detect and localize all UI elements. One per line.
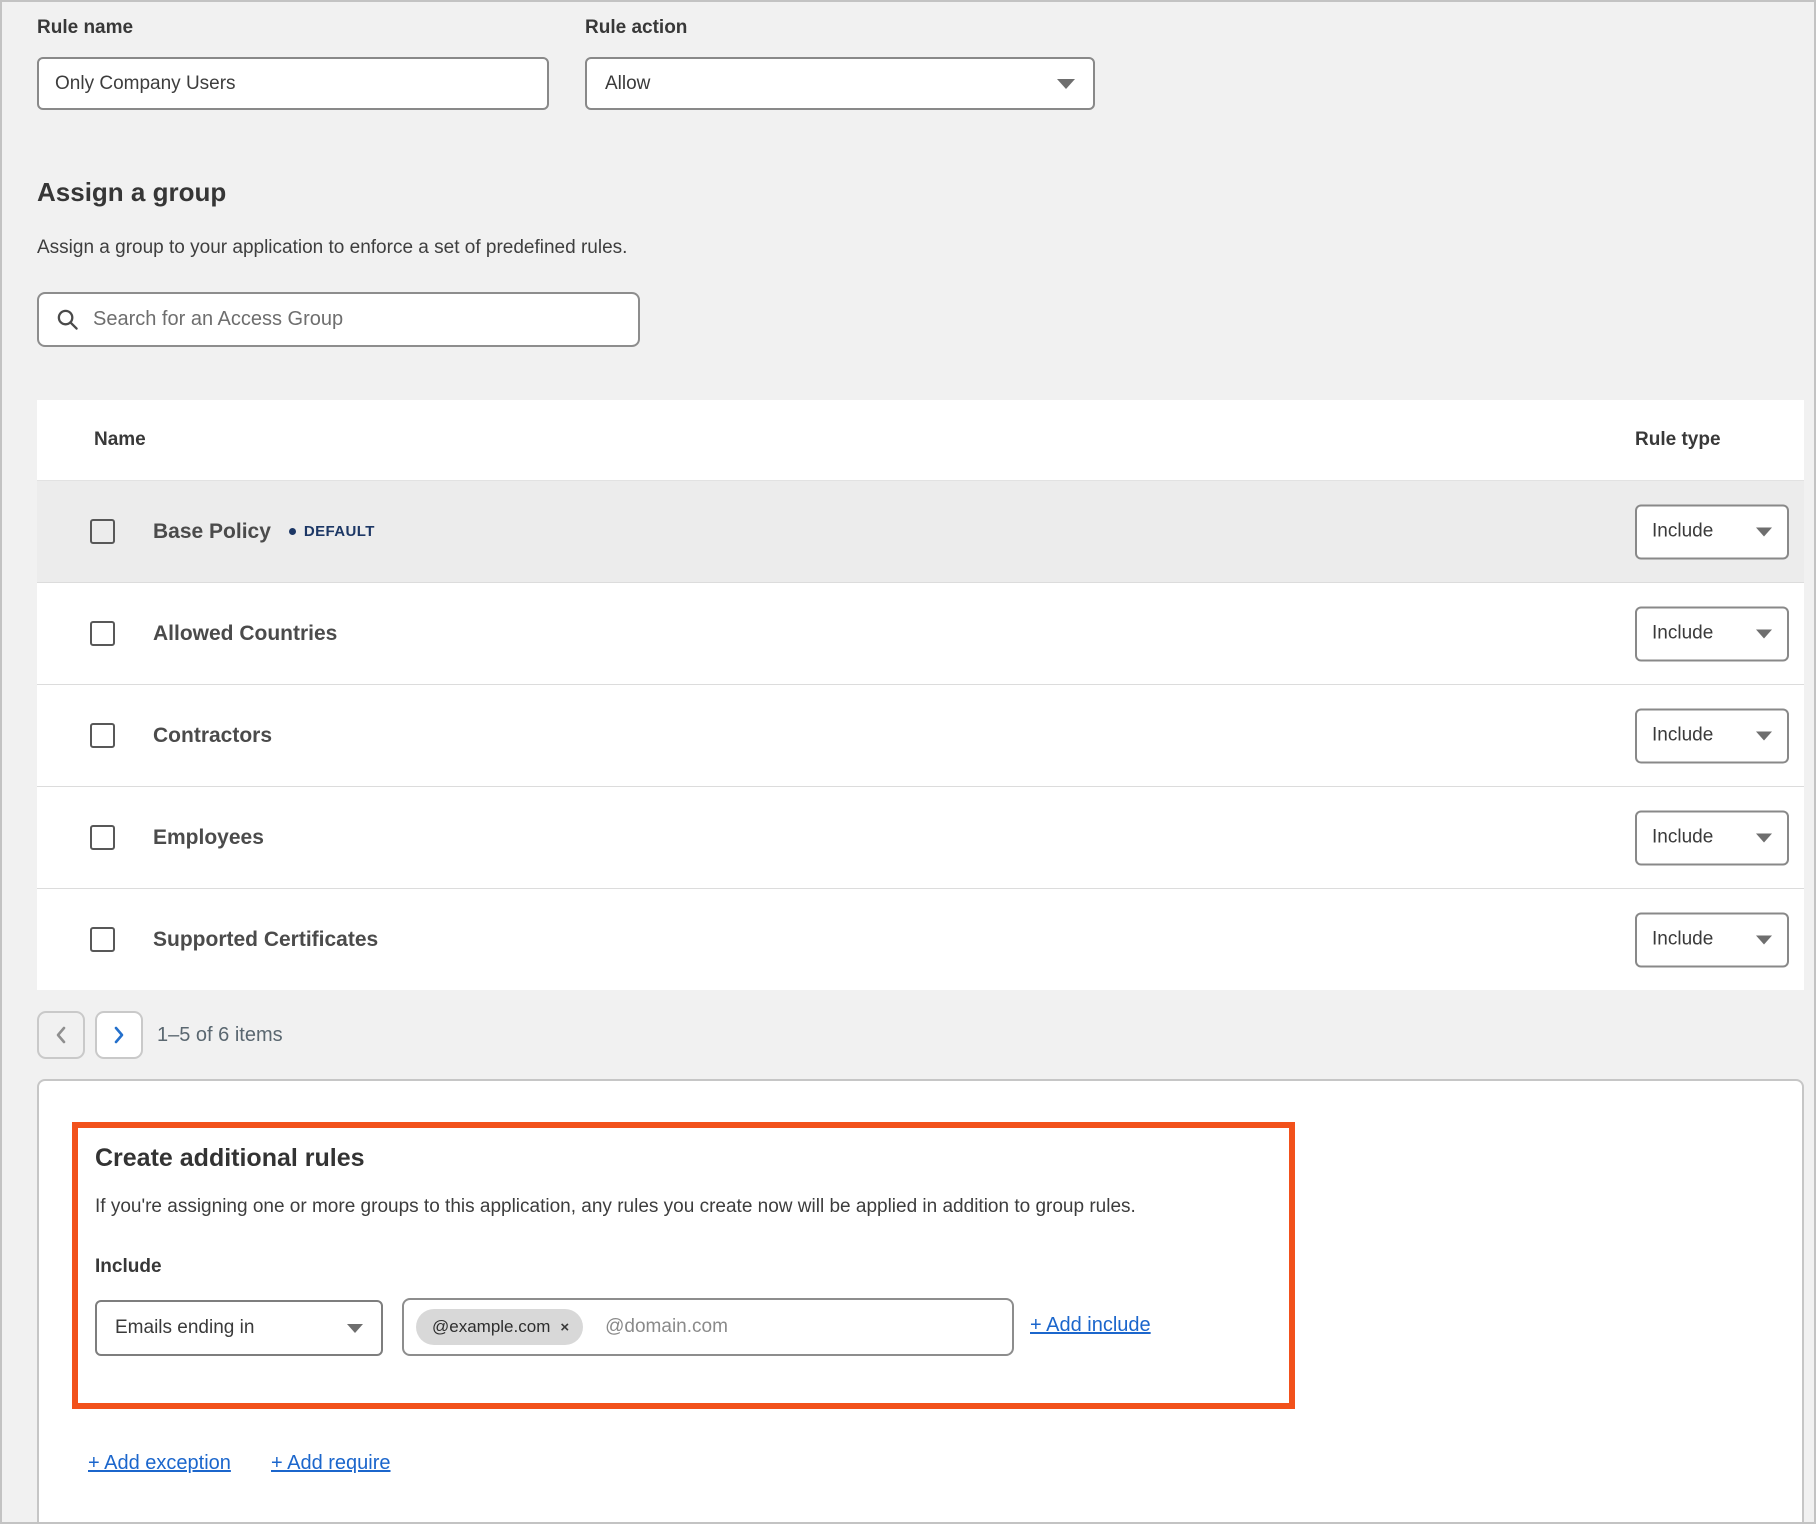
table-row: Allowed Countries Include — [37, 582, 1804, 684]
row-checkbox[interactable] — [90, 825, 115, 850]
include-label: Include — [95, 1256, 162, 1278]
table-header-row: Name Rule type — [37, 400, 1804, 480]
rule-type-value: Include — [1652, 929, 1713, 951]
rule-type-value: Include — [1652, 725, 1713, 747]
chevron-down-icon — [1756, 833, 1772, 842]
rule-action-label: Rule action — [585, 17, 687, 39]
additional-rules-card: Create additional rules If you're assign… — [37, 1079, 1804, 1524]
row-checkbox[interactable] — [90, 621, 115, 646]
condition-value: Emails ending in — [115, 1317, 254, 1339]
assign-group-heading: Assign a group — [37, 177, 226, 208]
table-row: Supported Certificates Include — [37, 888, 1804, 990]
row-name: Supported Certificates — [153, 928, 378, 952]
row-checkbox[interactable] — [90, 723, 115, 748]
chevron-down-icon — [347, 1324, 363, 1333]
rule-type-select[interactable]: Include — [1635, 810, 1789, 865]
add-include-link[interactable]: + Add include — [1030, 1314, 1151, 1337]
table-row: Employees Include — [37, 786, 1804, 888]
row-name: Allowed Countries — [153, 622, 337, 646]
rule-type-value: Include — [1652, 521, 1713, 543]
chevron-down-icon — [1756, 629, 1772, 638]
remove-tag-button[interactable]: × — [560, 1320, 569, 1335]
default-dot-icon — [289, 528, 296, 535]
add-exception-link[interactable]: + Add exception — [88, 1452, 231, 1475]
rule-type-column-header: Rule type — [1635, 429, 1721, 451]
highlight-box: Create additional rules If you're assign… — [72, 1122, 1295, 1409]
rule-name-input[interactable] — [37, 57, 549, 110]
default-badge: DEFAULT — [289, 523, 375, 540]
search-icon — [56, 308, 79, 331]
rule-name-label: Rule name — [37, 17, 133, 39]
table-row: Base Policy DEFAULT Include — [37, 480, 1804, 582]
table-row: Contractors Include — [37, 684, 1804, 786]
rule-type-select[interactable]: Include — [1635, 504, 1789, 559]
create-rules-heading: Create additional rules — [95, 1144, 365, 1173]
chevron-down-icon — [1057, 79, 1075, 89]
chevron-down-icon — [1756, 935, 1772, 944]
pagination-label: 1–5 of 6 items — [157, 1024, 283, 1047]
rule-type-select[interactable]: Include — [1635, 606, 1789, 661]
chevron-right-icon — [112, 1025, 126, 1045]
default-badge-label: DEFAULT — [304, 523, 375, 540]
rule-type-select[interactable]: Include — [1635, 912, 1789, 967]
access-group-table: Name Rule type Base Policy DEFAULT Inclu… — [37, 400, 1804, 990]
prev-page-button[interactable] — [37, 1011, 85, 1059]
create-rules-description: If you're assigning one or more groups t… — [95, 1196, 1280, 1218]
condition-select[interactable]: Emails ending in — [95, 1300, 383, 1356]
email-tag-label: @example.com — [432, 1317, 550, 1337]
rule-type-value: Include — [1652, 623, 1713, 645]
email-tag: @example.com × — [416, 1309, 583, 1345]
name-column-header: Name — [94, 429, 146, 451]
rule-action-select[interactable]: Allow — [585, 57, 1095, 110]
rule-action-value: Allow — [605, 73, 650, 95]
row-name: Contractors — [153, 724, 272, 748]
email-input[interactable] — [605, 1316, 1000, 1338]
chevron-down-icon — [1756, 527, 1772, 536]
access-group-search — [37, 292, 640, 347]
row-checkbox[interactable] — [90, 927, 115, 952]
email-tag-input: @example.com × — [402, 1298, 1014, 1356]
page: Rule name Rule action Allow Assign a gro… — [0, 0, 1816, 1524]
row-name: Employees — [153, 826, 264, 850]
chevron-down-icon — [1756, 731, 1772, 740]
next-page-button[interactable] — [95, 1011, 143, 1059]
search-input[interactable] — [93, 308, 628, 331]
assign-group-description: Assign a group to your application to en… — [37, 237, 627, 259]
pagination: 1–5 of 6 items — [37, 1011, 283, 1059]
chevron-left-icon — [54, 1025, 68, 1045]
add-require-link[interactable]: + Add require — [271, 1452, 391, 1475]
row-name: Base Policy — [153, 520, 271, 544]
rule-type-select[interactable]: Include — [1635, 708, 1789, 763]
row-checkbox[interactable] — [90, 519, 115, 544]
rule-type-value: Include — [1652, 827, 1713, 849]
